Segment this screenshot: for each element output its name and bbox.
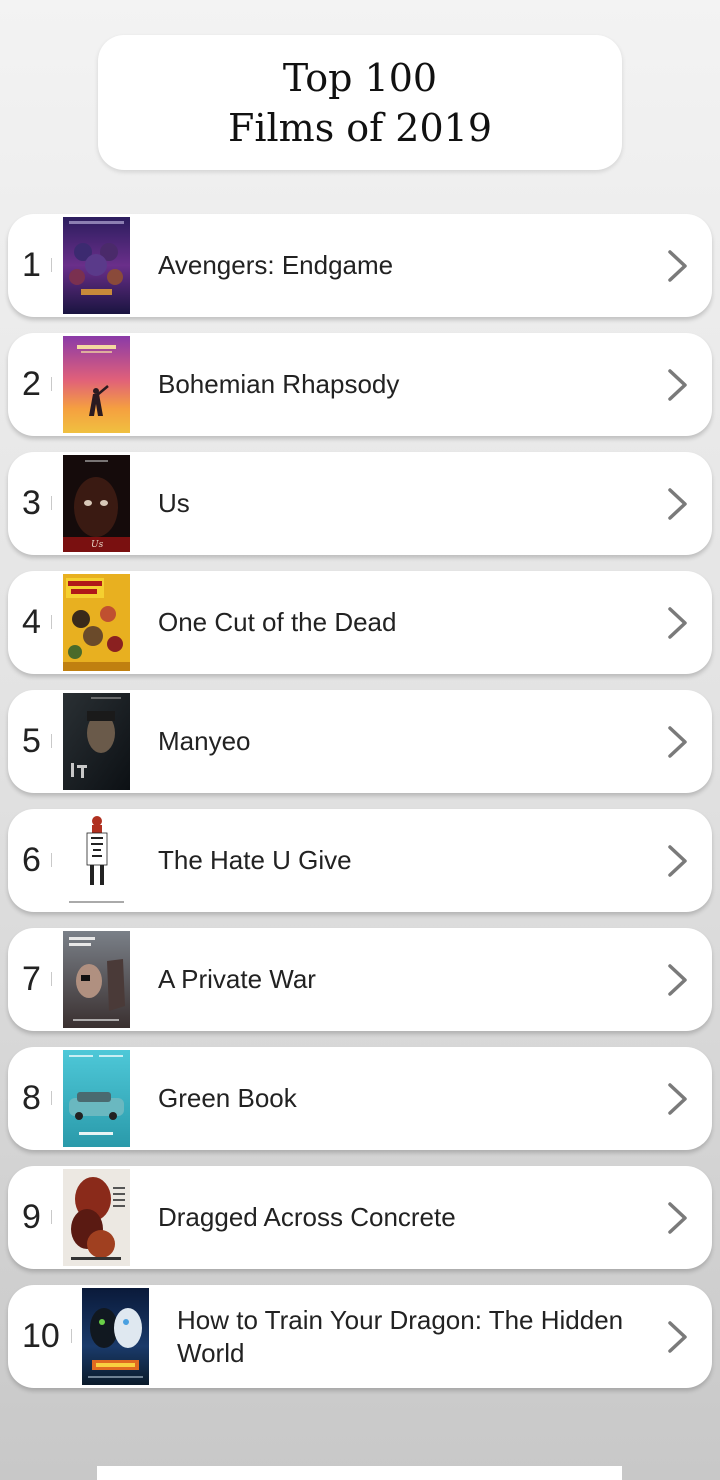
chevron-right-icon[interactable] — [666, 963, 690, 997]
film-poster — [63, 812, 130, 909]
chevron-right-icon[interactable] — [666, 1082, 690, 1116]
film-poster — [63, 336, 130, 433]
chevron-right-icon[interactable] — [666, 368, 690, 402]
film-poster — [63, 217, 130, 314]
rank-divider — [51, 377, 52, 391]
film-title: Avengers: Endgame — [158, 250, 394, 280]
film-row[interactable]: 6 The Hate U Give — [8, 809, 712, 912]
film-row[interactable]: 3 Us Us — [8, 452, 712, 555]
film-rank: 10 — [22, 1317, 60, 1355]
page-title-line1: Top 100 — [282, 55, 438, 100]
film-row[interactable]: 4 One Cut of the Dead — [8, 571, 712, 674]
film-title: How to Train Your Dragon: The Hidden Wor… — [177, 1304, 624, 1368]
film-rank: 3 — [22, 484, 41, 522]
film-title: A Private War — [158, 964, 316, 994]
rank-divider — [51, 496, 52, 510]
film-poster — [82, 1288, 149, 1385]
chevron-right-icon[interactable] — [666, 487, 690, 521]
film-rank: 9 — [22, 1198, 41, 1236]
film-poster — [63, 1169, 130, 1266]
film-rank: 2 — [22, 365, 41, 403]
film-title: The Hate U Give — [158, 845, 352, 875]
page-title-line2: Films of 2019 — [227, 105, 492, 150]
film-poster — [63, 574, 130, 671]
film-rank: 1 — [22, 246, 41, 284]
film-rank: 8 — [22, 1079, 41, 1117]
svg-text:Us: Us — [91, 540, 104, 550]
film-row[interactable]: 1 Avengers: Endgame — [8, 214, 712, 317]
film-row[interactable]: 9 Dragged Across Concrete — [8, 1166, 712, 1269]
film-row[interactable]: 2 Bohemian Rhapsody — [8, 333, 712, 436]
chevron-right-icon[interactable] — [666, 249, 690, 283]
rank-divider — [51, 258, 52, 272]
page-title-card: Top 100 Films of 2019 — [98, 35, 622, 170]
rank-divider — [51, 1210, 52, 1224]
film-row[interactable]: 5 Manyeo — [8, 690, 712, 793]
chevron-right-icon[interactable] — [666, 725, 690, 759]
bottom-card-edge — [97, 1466, 622, 1480]
film-title: Us — [158, 488, 190, 518]
rank-divider — [51, 615, 52, 629]
film-poster — [63, 931, 130, 1028]
film-title: One Cut of the Dead — [158, 607, 397, 637]
chevron-right-icon[interactable] — [666, 1201, 690, 1235]
film-list: 1 Avengers: Endgame 2 Bohemian Rhapsody … — [8, 214, 712, 1404]
film-row[interactable]: 7 A Private War — [8, 928, 712, 1031]
rank-divider — [51, 972, 52, 986]
film-title: Bohemian Rhapsody — [158, 369, 400, 399]
film-rank: 5 — [22, 722, 41, 760]
film-title: Dragged Across Concrete — [158, 1202, 456, 1232]
film-row[interactable]: 8 Green Book — [8, 1047, 712, 1150]
rank-divider — [51, 1091, 52, 1105]
film-title: Manyeo — [158, 726, 251, 756]
chevron-right-icon[interactable] — [666, 606, 690, 640]
rank-divider — [71, 1329, 72, 1343]
film-title: Green Book — [158, 1083, 297, 1113]
film-rank: 6 — [22, 841, 41, 879]
film-poster — [63, 1050, 130, 1147]
film-poster — [63, 693, 130, 790]
rank-divider — [51, 853, 52, 867]
film-row[interactable]: 10 How to Train Your Dragon: The Hidden … — [8, 1285, 712, 1388]
film-rank: 4 — [22, 603, 41, 641]
film-poster: Us — [63, 455, 130, 552]
film-rank: 7 — [22, 960, 41, 998]
chevron-right-icon[interactable] — [666, 1320, 690, 1354]
chevron-right-icon[interactable] — [666, 844, 690, 878]
rank-divider — [51, 734, 52, 748]
